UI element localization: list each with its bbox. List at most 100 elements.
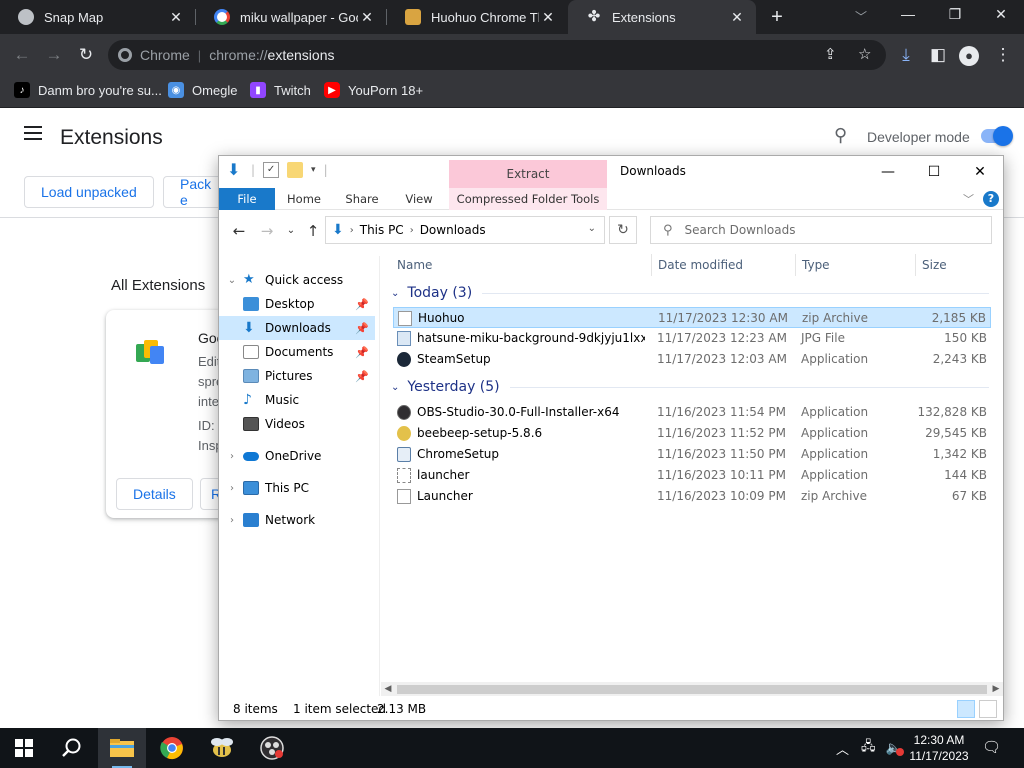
details-view-icon[interactable]: [957, 700, 975, 718]
new-folder-icon[interactable]: [287, 162, 304, 178]
hamburger-menu-icon[interactable]: [24, 126, 42, 144]
side-panel-icon[interactable]: ◧: [927, 44, 949, 66]
column-name[interactable]: Name: [397, 258, 432, 272]
collapse-chevron-icon[interactable]: ⌄: [391, 288, 399, 299]
close-icon[interactable]: ✕: [728, 9, 746, 26]
new-tab-plus-icon[interactable]: +: [766, 6, 788, 29]
share-icon[interactable]: ⇪: [824, 45, 837, 63]
maximize-icon[interactable]: ☐: [911, 160, 957, 184]
bookmark-star-icon[interactable]: ☆: [858, 45, 871, 63]
tab-miku-wallpaper[interactable]: miku wallpaper - Goo ✕: [196, 0, 386, 34]
reload-icon[interactable]: ↻: [75, 44, 97, 66]
help-icon[interactable]: ?: [983, 191, 999, 207]
network-icon[interactable]: 🖧: [861, 737, 876, 759]
up-arrow-icon[interactable]: ↑: [303, 222, 323, 240]
nav-pictures[interactable]: Pictures 📌: [219, 364, 375, 388]
minimize-icon[interactable]: —: [865, 160, 911, 184]
nav-music[interactable]: ♪ Music: [219, 388, 375, 412]
chrome-icon[interactable]: [148, 728, 196, 768]
ribbon-tab-home[interactable]: Home: [281, 188, 327, 210]
column-size[interactable]: Size: [922, 258, 947, 272]
pack-extension-button[interactable]: Pack e: [163, 176, 223, 208]
group-header-today[interactable]: ⌄ Today (3): [389, 282, 989, 304]
file-explorer-icon[interactable]: [98, 728, 146, 768]
tab-huohuo-theme[interactable]: Huohuo Chrome Ther ✕: [387, 0, 567, 34]
download-icon[interactable]: ⤓: [895, 44, 917, 66]
collapse-chevron-icon[interactable]: ⌄: [391, 382, 399, 393]
nav-this-pc[interactable]: › This PC: [219, 476, 375, 500]
breadcrumb-downloads[interactable]: Downloads: [420, 223, 486, 237]
file-row[interactable]: Launcher 11/16/2023 10:09 PM zip Archive…: [393, 486, 991, 507]
file-row[interactable]: Huohuo 11/17/2023 12:30 AM zip Archive 2…: [393, 307, 991, 328]
close-icon[interactable]: ✕: [358, 9, 376, 26]
column-divider[interactable]: [795, 254, 796, 276]
refresh-icon[interactable]: ↻: [609, 216, 637, 244]
bookmark-youporn[interactable]: ▶ YouPorn 18+: [324, 82, 423, 98]
beebeep-icon[interactable]: [198, 728, 246, 768]
column-date-modified[interactable]: Date modified: [658, 258, 743, 272]
bookmark-twitch[interactable]: ▮ Twitch: [250, 82, 311, 98]
expand-chevron-icon[interactable]: ›: [225, 483, 239, 494]
nav-network[interactable]: › Network: [219, 508, 375, 532]
close-icon[interactable]: ✕: [167, 9, 185, 26]
expand-ribbon-chevron-icon[interactable]: ﹀: [963, 191, 974, 207]
nav-desktop[interactable]: Desktop 📌: [219, 292, 375, 316]
notifications-icon[interactable]: 🗨: [982, 738, 1001, 756]
details-button[interactable]: Details: [116, 478, 193, 510]
bookmark-omegle[interactable]: ◉ Omegle: [168, 82, 238, 98]
ribbon-tab-file[interactable]: File: [219, 188, 275, 210]
breadcrumb-this-pc[interactable]: This PC: [360, 223, 404, 237]
profile-avatar-icon[interactable]: ●: [958, 44, 980, 66]
horizontal-scrollbar[interactable]: ◀ ▶: [381, 682, 1003, 696]
ribbon-tab-view[interactable]: View: [397, 188, 441, 210]
ribbon-tab-compressed-folder-tools[interactable]: Compressed Folder Tools: [449, 188, 607, 210]
file-row[interactable]: hatsune-miku-background-9dkjyju1lxx4... …: [393, 328, 991, 349]
ribbon-tab-share[interactable]: Share: [339, 188, 385, 210]
forward-arrow-icon[interactable]: →: [257, 222, 277, 240]
nav-documents[interactable]: Documents 📌: [219, 340, 375, 364]
developer-mode-toggle[interactable]: [981, 126, 1013, 146]
nav-quick-access[interactable]: ⌄ ★ Quick access: [219, 268, 375, 292]
file-row[interactable]: ChromeSetup 11/16/2023 11:50 PM Applicat…: [393, 444, 991, 465]
back-arrow-icon[interactable]: ←: [229, 222, 249, 240]
restore-icon[interactable]: ❐: [945, 6, 965, 23]
address-bar[interactable]: Chrome | chrome:// extensions ⇪ ☆: [108, 40, 886, 70]
tab-snap-map[interactable]: Snap Map ✕: [0, 0, 195, 34]
recent-locations-chevron-icon[interactable]: ⌄: [281, 225, 301, 236]
tab-search-chevron-icon[interactable]: ﹀: [855, 8, 867, 25]
nav-downloads[interactable]: ⬇ Downloads 📌: [219, 316, 375, 340]
tab-extensions[interactable]: ✤ Extensions ✕: [568, 0, 756, 34]
pane-divider[interactable]: [379, 256, 380, 696]
close-icon[interactable]: ✕: [539, 9, 557, 26]
expand-chevron-icon[interactable]: ›: [225, 515, 239, 526]
load-unpacked-button[interactable]: Load unpacked: [24, 176, 154, 208]
close-window-icon[interactable]: ✕: [991, 6, 1011, 23]
address-dropdown-icon[interactable]: ⌄: [588, 223, 596, 234]
windows-start-icon[interactable]: [0, 728, 48, 768]
search-input[interactable]: ⚲ Search Downloads: [650, 216, 992, 244]
expand-chevron-icon[interactable]: ›: [225, 451, 239, 462]
search-icon[interactable]: [48, 728, 96, 768]
group-header-yesterday[interactable]: ⌄ Yesterday (5): [389, 376, 989, 398]
qat-dropdown-icon[interactable]: ▾: [311, 165, 316, 175]
file-row[interactable]: launcher 11/16/2023 10:11 PM Application…: [393, 465, 991, 486]
search-icon[interactable]: ⚲: [834, 125, 847, 146]
properties-icon[interactable]: ✓: [263, 162, 280, 178]
large-icons-view-icon[interactable]: [979, 700, 997, 718]
collapse-chevron-icon[interactable]: ⌄: [225, 275, 239, 286]
scrollbar-thumb[interactable]: [397, 685, 987, 694]
column-type[interactable]: Type: [802, 258, 830, 272]
column-divider[interactable]: [651, 254, 652, 276]
extract-contextual-tab[interactable]: Extract: [449, 160, 607, 188]
file-row[interactable]: SteamSetup 11/17/2023 12:03 AM Applicati…: [393, 349, 991, 370]
address-bar[interactable]: ⬇ › This PC › Downloads ⌄: [325, 216, 605, 244]
forward-arrow-icon[interactable]: →: [43, 44, 65, 66]
back-arrow-icon[interactable]: ←: [11, 44, 33, 66]
scroll-left-arrow-icon[interactable]: ◀: [381, 682, 395, 696]
obs-studio-icon[interactable]: [248, 728, 296, 768]
bookmark-tiktok[interactable]: ♪ Danm bro you're su...: [14, 82, 162, 98]
taskbar-clock[interactable]: 12:30 AM 11/17/2023: [904, 732, 974, 764]
nav-onedrive[interactable]: › OneDrive: [219, 444, 375, 468]
file-row[interactable]: OBS-Studio-30.0-Full-Installer-x64 11/16…: [393, 402, 991, 423]
column-divider[interactable]: [915, 254, 916, 276]
